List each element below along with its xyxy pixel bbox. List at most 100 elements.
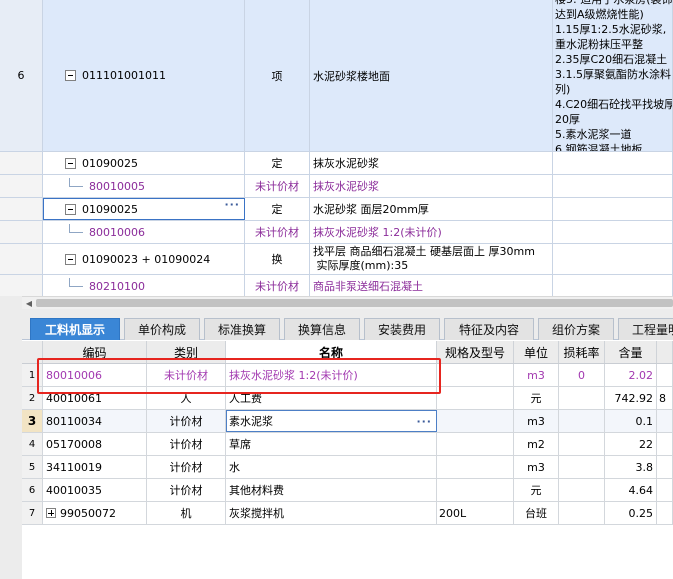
cell-unit[interactable]: m3 — [514, 456, 559, 478]
header-quantity[interactable]: 含量 — [605, 341, 657, 363]
tree-collapse-icon[interactable] — [65, 203, 76, 215]
material-code-cell[interactable]: 80010006 — [43, 221, 245, 243]
ellipsis-icon[interactable]: ··· — [224, 198, 240, 211]
cell-name[interactable]: 草席 — [226, 433, 437, 455]
cell-code-with-expander[interactable]: 99050072 — [43, 502, 147, 524]
quota-code-cell[interactable]: 01090025 ··· — [43, 198, 245, 220]
item-tree-grid[interactable]: 6 011101001011 项 水泥砂浆楼地面 楼5: 适用于水泵房(装饰达到… — [0, 0, 673, 296]
table-row[interactable]: 1 80010006 未计价材 抹灰水泥砂浆 1:2(未计价) m3 0 2.0… — [22, 364, 673, 387]
cell-quantity[interactable]: 0.1 — [605, 410, 657, 432]
cell-name[interactable]: 水 — [226, 456, 437, 478]
feature-line: 5.素水泥浆一道 — [555, 128, 632, 141]
item-feature-cell[interactable]: 楼5: 适用于水泵房(装饰达到A级燃烧性能) 1.15厚1:2.5水泥砂浆, 重水泥… — [553, 0, 673, 151]
cell-spec[interactable] — [437, 364, 514, 386]
cell-code[interactable]: 05170008 — [43, 433, 147, 455]
tab-features[interactable]: 特征及内容 — [444, 318, 534, 340]
cell-category[interactable]: 机 — [147, 502, 226, 524]
header-category[interactable]: 类别 — [147, 341, 226, 363]
cell-category[interactable]: 计价材 — [147, 410, 226, 432]
tab-conversion-info[interactable]: 换算信息 — [284, 318, 360, 340]
cell-code[interactable]: 80110034 — [43, 410, 147, 432]
cell-name-editing[interactable]: 素水泥浆 ··· — [226, 410, 437, 432]
cell-spec[interactable] — [437, 479, 514, 501]
material-grid[interactable]: 编码 类别 名称 规格及型号 单位 损耗率 含量 1 80010006 未计价材… — [22, 341, 673, 579]
cell-spec[interactable] — [437, 456, 514, 478]
cell-loss-rate[interactable] — [559, 387, 605, 409]
table-row[interactable]: 6 40010035 计价材 其他材料费 元 4.64 — [22, 479, 673, 502]
tab-quantity[interactable]: 工程量明 — [618, 318, 673, 340]
cell-loss-rate[interactable] — [559, 410, 605, 432]
tab-standard-conversion[interactable]: 标准换算 — [204, 318, 280, 340]
table-row[interactable]: 5 34110019 计价材 水 m3 3.8 — [22, 456, 673, 479]
table-row[interactable]: 2 40010061 人 人工费 元 742.92 8 — [22, 387, 673, 410]
cell-spec[interactable]: 200L — [437, 502, 514, 524]
cell-unit[interactable]: 台班 — [514, 502, 559, 524]
quota-code-cell[interactable]: 01090025 — [43, 152, 245, 174]
tab-unit-price[interactable]: 单价构成 — [124, 318, 200, 340]
tree-row-quota[interactable]: 01090023 + 01090024 换 找平层 商品细石混凝土 硬基层面上 … — [0, 244, 673, 275]
cell-name[interactable]: 人工费 — [226, 387, 437, 409]
cell-unit[interactable]: 元 — [514, 387, 559, 409]
horizontal-scrollbar[interactable]: ◀ — [22, 296, 673, 309]
header-code[interactable]: 编码 — [43, 341, 147, 363]
tree-expand-icon[interactable] — [46, 508, 56, 518]
scrollbar-thumb[interactable] — [36, 299, 673, 307]
cell-spec[interactable] — [437, 387, 514, 409]
cell-quantity[interactable]: 4.64 — [605, 479, 657, 501]
cell-quantity[interactable]: 2.02 — [605, 364, 657, 386]
cell-unit[interactable]: m3 — [514, 410, 559, 432]
material-code-cell[interactable]: 80010005 — [43, 175, 245, 197]
table-row[interactable]: 3 80110034 计价材 素水泥浆 ··· m3 0.1 — [22, 410, 673, 433]
tree-row-material[interactable]: 80010005 未计价材 抹灰水泥砂浆 — [0, 175, 673, 198]
cell-loss-rate[interactable] — [559, 479, 605, 501]
tab-pricing-plan[interactable]: 组价方案 — [538, 318, 614, 340]
cell-code[interactable]: 40010035 — [43, 479, 147, 501]
cell-unit[interactable]: 元 — [514, 479, 559, 501]
cell-category[interactable]: 未计价材 — [147, 364, 226, 386]
tree-row-material[interactable]: 80210100 未计价材 商品非泵送细石混凝土 — [0, 275, 673, 296]
cell-quantity[interactable]: 3.8 — [605, 456, 657, 478]
cell-loss-rate[interactable] — [559, 433, 605, 455]
cell-category[interactable]: 计价材 — [147, 456, 226, 478]
cell-spec[interactable] — [437, 433, 514, 455]
cell-category[interactable]: 计价材 — [147, 433, 226, 455]
tree-collapse-icon[interactable] — [65, 157, 76, 169]
tree-row-material[interactable]: 80010006 未计价材 抹灰水泥砂浆 1:2(未计价) — [0, 221, 673, 244]
cell-quantity[interactable]: 22 — [605, 433, 657, 455]
quota-name: 抹灰水泥砂浆 — [310, 152, 553, 174]
cell-code[interactable]: 80010006 — [43, 364, 147, 386]
cell-code[interactable]: 34110019 — [43, 456, 147, 478]
cell-name[interactable]: 其他材料费 — [226, 479, 437, 501]
cell-loss-rate[interactable]: 0 — [559, 364, 605, 386]
cell-spec[interactable] — [437, 410, 514, 432]
cell-unit[interactable]: m3 — [514, 364, 559, 386]
tree-collapse-icon[interactable] — [65, 70, 76, 81]
tab-install-fee[interactable]: 安装费用 — [364, 318, 440, 340]
cell-loss-rate[interactable] — [559, 502, 605, 524]
tree-collapse-icon[interactable] — [65, 253, 76, 265]
cell-unit[interactable]: m2 — [514, 433, 559, 455]
cell-loss-rate[interactable] — [559, 456, 605, 478]
header-unit[interactable]: 单位 — [514, 341, 559, 363]
cell-code[interactable]: 40010061 — [43, 387, 147, 409]
tab-material-display[interactable]: 工料机显示 — [30, 318, 120, 340]
cell-category[interactable]: 计价材 — [147, 479, 226, 501]
cell-category[interactable]: 人 — [147, 387, 226, 409]
header-spec[interactable]: 规格及型号 — [437, 341, 514, 363]
ellipsis-icon[interactable]: ··· — [416, 415, 432, 428]
cell-name[interactable]: 抹灰水泥砂浆 1:2(未计价) — [226, 364, 437, 386]
tree-row-quota[interactable]: 01090025 ··· 定 水泥砂浆 面层20mm厚 — [0, 198, 673, 221]
header-name[interactable]: 名称 — [226, 341, 437, 363]
table-row[interactable]: 4 05170008 计价材 草席 m2 22 — [22, 433, 673, 456]
tree-row-quota[interactable]: 01090025 定 抹灰水泥砂浆 — [0, 152, 673, 175]
tree-row-item[interactable]: 6 011101001011 项 水泥砂浆楼地面 楼5: 适用于水泵房(装饰达到… — [0, 0, 673, 152]
quota-code-cell[interactable]: 01090023 + 01090024 — [43, 244, 245, 274]
header-loss-rate[interactable]: 损耗率 — [559, 341, 605, 363]
cell-quantity[interactable]: 0.25 — [605, 502, 657, 524]
material-code-cell[interactable]: 80210100 — [43, 275, 245, 296]
cell-name[interactable]: 灰浆搅拌机 — [226, 502, 437, 524]
item-code-cell[interactable]: 011101001011 — [43, 0, 245, 151]
cell-quantity[interactable]: 742.92 — [605, 387, 657, 409]
item-feature-text: 楼5: 适用于水泵房(装饰达到A级燃烧性能) 1.15厚1:2.5水泥砂浆, 重水泥… — [555, 0, 672, 151]
table-row[interactable]: 7 99050072 机 灰浆搅拌机 200L 台班 0.25 — [22, 502, 673, 525]
